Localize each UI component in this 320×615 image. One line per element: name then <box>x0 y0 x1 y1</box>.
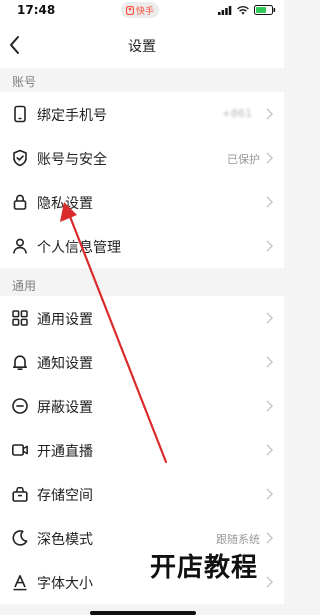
watermark-text: 开店教程 <box>150 553 259 583</box>
row-label: 账号与安全 <box>37 152 107 168</box>
battery-icon <box>254 5 276 15</box>
row-label: 字体大小 <box>37 576 93 592</box>
settings-row-notifications[interactable]: 通知设置 <box>0 340 284 384</box>
dark-mode-value: 跟随系统 <box>216 533 260 546</box>
settings-row-bind-phone[interactable]: 绑定手机号 +861 <box>0 92 284 136</box>
row-label: 通知设置 <box>37 356 93 372</box>
live-camera-icon <box>11 444 28 456</box>
signal-icon <box>218 5 232 15</box>
font-size-icon <box>13 575 27 591</box>
account-settings-list: 绑定手机号 +861 账号与安全 已保护 隐私设置 个人信息管理 <box>0 92 284 268</box>
settings-row-account-security[interactable]: 账号与安全 已保护 <box>0 136 284 180</box>
chevron-right-icon <box>266 152 273 164</box>
chevron-right-icon <box>266 400 273 412</box>
app-indicator-label: 快手 <box>136 6 155 17</box>
settings-row-personal-info[interactable]: 个人信息管理 <box>0 224 284 268</box>
page-title: 设置 <box>128 39 156 55</box>
status-icons <box>218 5 276 15</box>
chevron-right-icon <box>266 356 273 368</box>
settings-row-storage[interactable]: 存储空间 <box>0 472 284 516</box>
app-indicator-pill[interactable]: 快手 <box>121 2 160 18</box>
block-icon <box>12 398 28 414</box>
settings-row-block[interactable]: 屏蔽设置 <box>0 384 284 428</box>
row-label: 屏蔽设置 <box>37 400 93 416</box>
chevron-right-icon <box>266 532 273 544</box>
nav-bar: 设置 <box>0 22 284 68</box>
chevron-right-icon <box>266 240 273 252</box>
chevron-right-icon <box>266 444 273 456</box>
row-label: 深色模式 <box>37 532 93 548</box>
grid-icon <box>12 310 28 326</box>
row-label: 开通直播 <box>37 444 93 460</box>
chevron-right-icon <box>266 108 273 120</box>
shield-check-icon <box>13 149 27 167</box>
settings-row-general[interactable]: 通用设置 <box>0 296 284 340</box>
row-label: 通用设置 <box>37 312 93 328</box>
row-label: 个人信息管理 <box>37 240 121 256</box>
row-label: 存储空间 <box>37 488 93 504</box>
section-header-general: 通用 <box>12 279 37 293</box>
chevron-right-icon <box>266 488 273 500</box>
storage-box-icon <box>12 487 28 502</box>
phone-icon <box>14 105 26 123</box>
security-status-value: 已保护 <box>227 153 260 166</box>
chevron-right-icon <box>266 576 273 588</box>
row-label: 绑定手机号 <box>37 108 107 124</box>
status-time: 17:48 <box>17 3 56 17</box>
bell-icon <box>13 355 27 370</box>
settings-row-live[interactable]: 开通直播 <box>0 428 284 472</box>
row-label: 隐私设置 <box>37 196 93 212</box>
section-header-account: 账号 <box>12 75 37 89</box>
status-bar: 17:48 快手 <box>0 0 284 22</box>
chevron-right-icon <box>266 196 273 208</box>
settings-row-privacy[interactable]: 隐私设置 <box>0 180 284 224</box>
home-indicator <box>90 611 196 615</box>
kuaishou-icon <box>126 5 134 15</box>
phone-number-value: +861 <box>221 107 252 120</box>
lock-icon <box>13 194 27 210</box>
wifi-icon <box>237 5 249 15</box>
chevron-right-icon <box>266 312 273 324</box>
moon-icon <box>12 530 28 546</box>
person-icon <box>13 238 27 254</box>
